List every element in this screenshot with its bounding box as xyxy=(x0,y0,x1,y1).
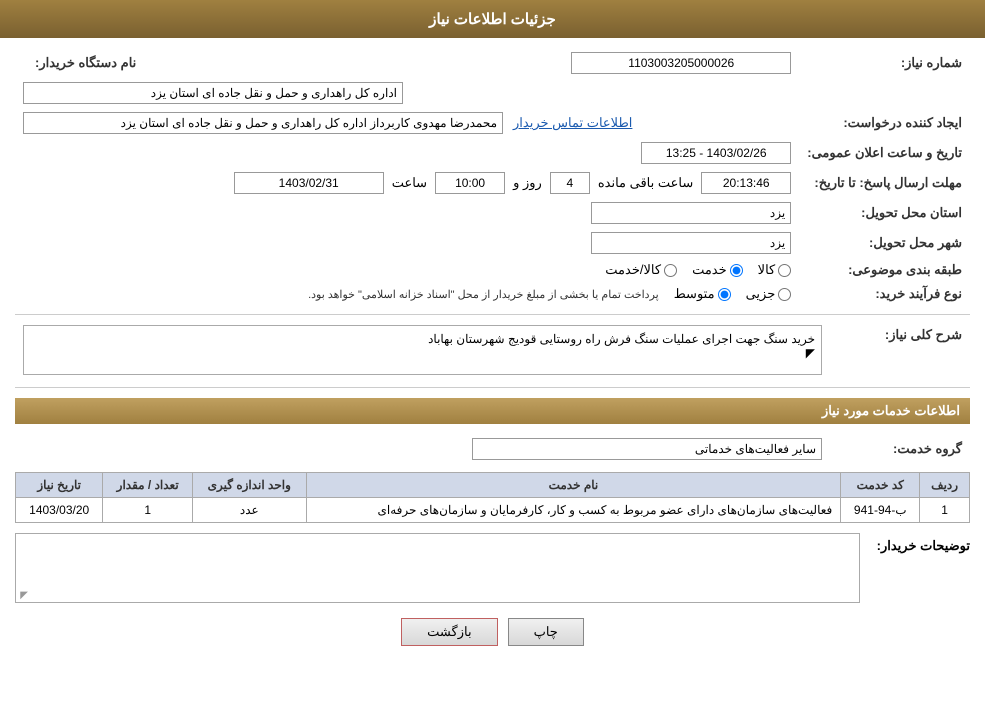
need-number-value xyxy=(451,48,799,78)
response-days-input[interactable] xyxy=(550,172,590,194)
back-button[interactable]: بازگشت xyxy=(401,618,497,646)
description-text: خرید سنگ جهت اجرای عملیات سنگ فرش راه رو… xyxy=(428,332,815,346)
col-unit: واحد اندازه گیری xyxy=(192,473,306,498)
description-section: شرح کلی نیاز: خرید سنگ جهت اجرای عملیات … xyxy=(15,321,970,379)
service-group-label: گروه خدمت: xyxy=(830,434,970,464)
col-name: نام خدمت xyxy=(306,473,841,498)
description-resize-handle[interactable]: ◤ xyxy=(30,346,815,360)
announce-date-label: تاریخ و ساعت اعلان عمومی: xyxy=(799,138,970,168)
service-group-table: گروه خدمت: xyxy=(15,434,970,464)
process-label: نوع فرآیند خرید: xyxy=(799,282,970,306)
announce-date-input[interactable] xyxy=(641,142,791,164)
cell-code: ب-94-941 xyxy=(841,498,920,523)
category-kala-radio[interactable] xyxy=(778,264,791,277)
process-radio-group: جزیی متوسط xyxy=(674,286,792,302)
province-input[interactable] xyxy=(591,202,791,224)
print-button[interactable]: چاپ xyxy=(508,618,584,646)
process-jozvi-option[interactable]: جزیی xyxy=(746,286,792,302)
response-time-label: ساعت xyxy=(392,175,427,191)
col-date: تاریخ نیاز xyxy=(16,473,103,498)
city-label: شهر محل تحویل: xyxy=(799,228,970,258)
table-row: 1 ب-94-941 فعالیت‌های سازمان‌های دارای ع… xyxy=(16,498,970,523)
comments-label: توضیحات خریدار: xyxy=(870,533,970,554)
process-motovaset-option[interactable]: متوسط xyxy=(674,286,731,302)
process-jozvi-radio[interactable] xyxy=(778,288,791,301)
process-note: پرداخت تمام یا بخشی از مبلغ خریدار از مح… xyxy=(308,288,659,301)
buyer-org-label: نام دستگاه خریدار: xyxy=(15,48,411,78)
creator-contact-link[interactable]: اطلاعات تماس خریدار xyxy=(513,115,632,131)
response-time-input[interactable] xyxy=(435,172,505,194)
cell-quantity: 1 xyxy=(103,498,193,523)
comments-resize-handle[interactable]: ◤ xyxy=(18,590,28,600)
col-row: ردیف xyxy=(920,473,970,498)
creator-label: ایجاد کننده درخواست: xyxy=(799,108,970,138)
category-kala-khadamat-radio[interactable] xyxy=(664,264,677,277)
page-header: جزئیات اطلاعات نیاز xyxy=(0,0,985,38)
cell-service-name: فعالیت‌های سازمان‌های دارای عضو مربوط به… xyxy=(306,498,841,523)
province-label: استان محل تحویل: xyxy=(799,198,970,228)
creator-input[interactable] xyxy=(23,112,503,134)
description-label: شرح کلی نیاز: xyxy=(830,321,970,379)
cell-row: 1 xyxy=(920,498,970,523)
remaining-time-label: ساعت باقی مانده xyxy=(598,175,693,191)
category-khadamat-option[interactable]: خدمت xyxy=(692,262,743,278)
service-group-input[interactable] xyxy=(472,438,822,460)
col-code: کد خدمت xyxy=(841,473,920,498)
col-qty: تعداد / مقدار xyxy=(103,473,193,498)
buyer-org-value xyxy=(15,78,411,108)
cell-unit: عدد xyxy=(192,498,306,523)
category-kala-option[interactable]: کالا xyxy=(758,262,792,278)
buttons-row: چاپ بازگشت xyxy=(15,618,970,661)
services-section-title: اطلاعات خدمات مورد نیاز xyxy=(15,398,970,424)
comments-section: توضیحات خریدار: ◤ xyxy=(15,533,970,603)
category-radio-group: کالا خدمت کالا/خدمت xyxy=(23,262,791,278)
remaining-time-input[interactable] xyxy=(701,172,791,194)
response-days-label: روز و xyxy=(513,175,542,191)
need-number-label: شماره نیاز: xyxy=(799,48,970,78)
cell-date: 1403/03/20 xyxy=(16,498,103,523)
process-motovaset-radio[interactable] xyxy=(718,288,731,301)
description-box: خرید سنگ جهت اجرای عملیات سنگ فرش راه رو… xyxy=(23,325,822,375)
category-khadamat-radio[interactable] xyxy=(730,264,743,277)
category-label: طبقه بندی موضوعی: xyxy=(799,258,970,282)
services-table: ردیف کد خدمت نام خدمت واحد اندازه گیری ت… xyxy=(15,472,970,523)
city-input[interactable] xyxy=(591,232,791,254)
comments-box: ◤ xyxy=(15,533,860,603)
response-date-label: مهلت ارسال پاسخ: تا تاریخ: xyxy=(799,168,970,198)
response-date-input[interactable] xyxy=(234,172,384,194)
need-number-input[interactable] xyxy=(571,52,791,74)
category-kala-khadamat-option[interactable]: کالا/خدمت xyxy=(605,262,677,278)
buyer-org-input[interactable] xyxy=(23,82,403,104)
page-title: جزئیات اطلاعات نیاز xyxy=(429,11,556,28)
services-section: اطلاعات خدمات مورد نیاز گروه خدمت: ردیف … xyxy=(15,398,970,523)
info-table: شماره نیاز: نام دستگاه خریدار: ایجاد کنن… xyxy=(15,48,970,306)
